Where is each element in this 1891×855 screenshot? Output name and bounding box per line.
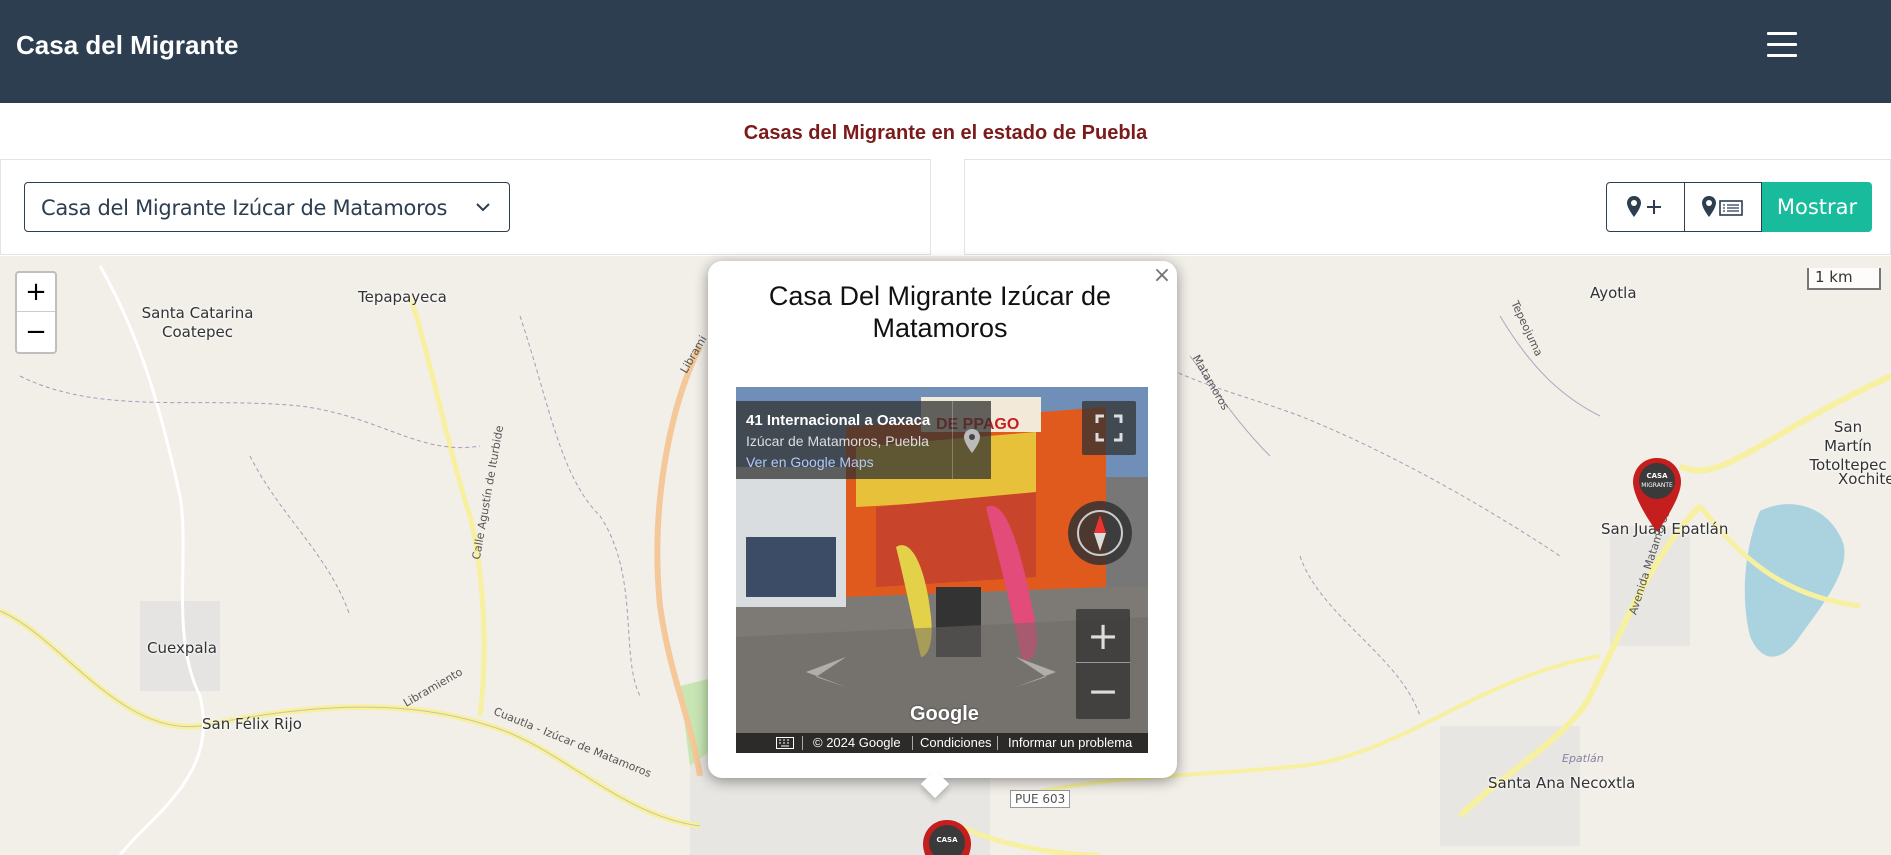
place-label: Tepapayeca bbox=[358, 288, 447, 306]
svg-text:MIGRANTE: MIGRANTE bbox=[1641, 482, 1673, 489]
action-button-group: Mostrar bbox=[1606, 182, 1872, 232]
place-label: Ayotla bbox=[1590, 284, 1637, 302]
popup-title: Casa Del Migrante Izúcar de Matamoros bbox=[768, 281, 1112, 343]
street-view-pin-icon[interactable] bbox=[952, 401, 991, 479]
keyboard-icon[interactable] bbox=[776, 737, 794, 749]
casa-select-value: Casa del Migrante Izúcar de Matamoros bbox=[41, 196, 448, 220]
map-marker-plus-icon bbox=[1626, 196, 1661, 217]
street-view-address-card: 41 Internacional a Oaxaca Izúcar de Mata… bbox=[736, 401, 991, 479]
navbar: Casa del Migrante bbox=[0, 0, 1891, 103]
street-view-panorama[interactable]: DE PPAGO 41 Internacional a Oaxaca Izúca… bbox=[736, 387, 1148, 753]
svg-text:CASA: CASA bbox=[936, 836, 958, 844]
map-scale: 1 km bbox=[1807, 268, 1881, 290]
list-marker-button[interactable] bbox=[1685, 182, 1762, 232]
show-button[interactable]: Mostrar bbox=[1762, 182, 1872, 232]
map-zoom-in-button[interactable]: + bbox=[17, 273, 55, 312]
chevron-down-icon bbox=[476, 203, 490, 212]
popup-close-button[interactable]: × bbox=[1152, 265, 1172, 287]
brand-title[interactable]: Casa del Migrante bbox=[16, 30, 239, 61]
street-view-zoom-out-button[interactable]: − bbox=[1076, 664, 1130, 718]
place-label: Xochitepec bbox=[1838, 470, 1891, 488]
copyright-text: © 2024 Google bbox=[813, 735, 901, 750]
place-label: Cuexpala bbox=[147, 639, 217, 657]
road-badge: PUE 603 bbox=[1010, 790, 1071, 808]
map-marker-icon[interactable]: CASA bbox=[920, 818, 974, 855]
street-view-zoom-in-button[interactable]: + bbox=[1076, 609, 1130, 663]
hamburger-menu-icon[interactable] bbox=[1764, 30, 1800, 60]
street-view-footer: © 2024 Google Condiciones Informar un pr… bbox=[736, 733, 1148, 753]
street-view-road: 41 Internacional a Oaxaca bbox=[746, 412, 931, 429]
place-label: San Félix Rijo bbox=[202, 715, 302, 733]
map-marker-icon[interactable]: CASA MIGRANTE bbox=[1630, 456, 1684, 534]
map-zoom-out-button[interactable]: − bbox=[17, 313, 55, 352]
fullscreen-icon[interactable] bbox=[1082, 401, 1136, 455]
map-marker-list-icon bbox=[1702, 196, 1743, 217]
view-in-google-maps-link[interactable]: Ver en Google Maps bbox=[746, 454, 874, 470]
road-label: Epatlán bbox=[1562, 752, 1604, 765]
casa-select[interactable]: Casa del Migrante Izúcar de Matamoros bbox=[24, 182, 510, 232]
street-view-place: Izúcar de Matamoros, Puebla bbox=[746, 433, 929, 449]
terms-link[interactable]: Condiciones bbox=[920, 735, 992, 750]
svg-text:CASA: CASA bbox=[1646, 472, 1668, 480]
place-label: Santa Catarina Coatepec bbox=[141, 304, 254, 341]
add-marker-button[interactable] bbox=[1606, 182, 1685, 232]
page-subtitle: Casas del Migrante en el estado de Puebl… bbox=[743, 122, 1148, 144]
place-label: San Martín Totoltepec bbox=[1809, 418, 1887, 474]
report-problem-link[interactable]: Informar un problema bbox=[1008, 735, 1132, 750]
place-label: Santa Ana Necoxtla bbox=[1488, 774, 1636, 792]
map-zoom-control: + − bbox=[15, 271, 57, 354]
google-logo: Google bbox=[910, 703, 979, 725]
compass-icon[interactable] bbox=[1068, 501, 1132, 565]
street-view-zoom-control: + − bbox=[1076, 609, 1130, 719]
